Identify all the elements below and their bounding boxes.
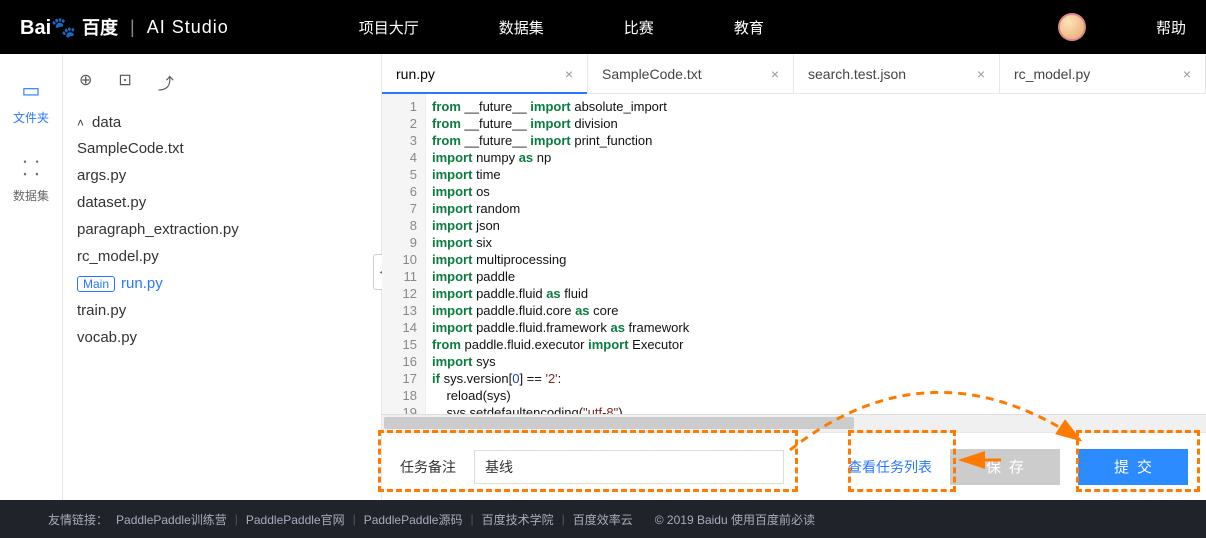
footer-prefix: 友情链接： (48, 511, 108, 528)
tab-rc-model[interactable]: rc_model.py × (1000, 54, 1206, 93)
close-icon[interactable]: × (1183, 66, 1191, 82)
logo-divider: | (130, 17, 135, 38)
sidebar-tools: ⊕ ⊡ ⤴ (63, 62, 381, 102)
bottom-panel: 任务备注 查看任务列表 保存 提交 (382, 432, 1206, 500)
rail-datasets-label: 数据集 (13, 187, 49, 204)
tab-label: run.py (396, 66, 435, 82)
main-badge: Main (77, 276, 115, 292)
tab-label: rc_model.py (1014, 66, 1090, 82)
close-icon[interactable]: × (977, 66, 985, 82)
tree-file[interactable]: rc_model.py (77, 243, 367, 270)
scrollbar-thumb[interactable] (384, 417, 854, 429)
rail-datasets[interactable]: ⸬ 数据集 (13, 154, 49, 204)
left-rail: ▭ 文件夹 ⸬ 数据集 (0, 54, 63, 500)
tab-label: SampleCode.txt (602, 66, 702, 82)
view-task-list-link[interactable]: 查看任务列表 (848, 457, 932, 477)
tree-file[interactable]: dataset.py (77, 189, 367, 216)
folder-icon: ▭ (22, 78, 41, 103)
help-link[interactable]: 帮助 (1156, 17, 1186, 38)
editor-tabs: run.py × SampleCode.txt × search.test.json… (382, 54, 1206, 94)
new-folder-icon[interactable]: ⊡ (118, 70, 131, 94)
task-note-label: 任务备注 (400, 457, 456, 477)
sidebar: ⊕ ⊡ ⤴ ˄ data SampleCode.txt args.py data… (63, 54, 381, 500)
editor-area: ◂ run.py× SampleCode.txt× search.test.js… (381, 54, 1206, 500)
tree-file-label: run.py (121, 275, 163, 292)
tree-file[interactable]: train.py (77, 297, 367, 324)
submit-button[interactable]: 提交 (1078, 449, 1188, 485)
save-button[interactable]: 保存 (950, 449, 1060, 485)
tree-folder-data[interactable]: ˄ data (77, 110, 367, 135)
nav-datasets[interactable]: 数据集 (499, 17, 544, 38)
task-note-input[interactable] (474, 450, 784, 484)
footer-link[interactable]: PaddlePaddle训练营 (116, 511, 227, 528)
logo[interactable]: Bai🐾 百度 | AI Studio (20, 14, 229, 40)
close-icon[interactable]: × (565, 66, 573, 82)
code-content[interactable]: from __future__ import absolute_importfr… (426, 94, 1206, 414)
tree-file-active[interactable]: Main run.py (77, 270, 367, 297)
horizontal-scrollbar[interactable] (382, 414, 1206, 432)
footer-copyright: © 2019 Baidu 使用百度前必读 (655, 511, 815, 528)
file-tree: ˄ data SampleCode.txt args.py dataset.py… (63, 102, 381, 359)
nav-projects[interactable]: 项目大厅 (359, 17, 419, 38)
logo-studio-text: AI Studio (147, 17, 229, 38)
chevron-right-icon: ˄ (77, 116, 84, 130)
nav-competitions[interactable]: 比赛 (624, 17, 654, 38)
tree-file[interactable]: SampleCode.txt (77, 135, 367, 162)
tab-run-py[interactable]: run.py × (382, 54, 588, 93)
folder-label: data (92, 114, 121, 131)
topbar-right: 帮助 (1058, 13, 1186, 41)
nav-education[interactable]: 教育 (734, 17, 764, 38)
new-file-icon[interactable]: ⊕ (79, 70, 92, 94)
dataset-icon: ⸬ (23, 154, 40, 181)
tree-file[interactable]: paragraph_extraction.py (77, 216, 367, 243)
paw-icon: Bai🐾 (20, 15, 76, 40)
tree-file[interactable]: vocab.py (77, 324, 367, 351)
main: ▭ 文件夹 ⸬ 数据集 ⊕ ⊡ ⤴ ˄ data SampleCode.txt … (0, 54, 1206, 500)
footer-link[interactable]: PaddlePaddle官网 (246, 511, 345, 528)
footer-link[interactable]: 百度技术学院 (482, 511, 554, 528)
tab-samplecode[interactable]: SampleCode.txt × (588, 54, 794, 93)
tree-file[interactable]: args.py (77, 162, 367, 189)
tab-search-json[interactable]: search.test.json × (794, 54, 1000, 93)
top-nav: 项目大厅 数据集 比赛 教育 (359, 17, 764, 38)
rail-files[interactable]: ▭ 文件夹 (13, 78, 49, 126)
rail-files-label: 文件夹 (13, 109, 49, 126)
footer: 友情链接： PaddlePaddle训练营| PaddlePaddle官网| P… (0, 500, 1206, 538)
footer-link[interactable]: PaddlePaddle源码 (364, 511, 463, 528)
line-gutter: 1234567891011121314151617181920▾21222324 (382, 94, 426, 414)
code-editor[interactable]: 1234567891011121314151617181920▾21222324… (382, 94, 1206, 414)
tab-label: search.test.json (808, 66, 906, 82)
close-icon[interactable]: × (771, 66, 779, 82)
footer-link[interactable]: 百度效率云 (573, 511, 633, 528)
topbar: Bai🐾 百度 | AI Studio 项目大厅 数据集 比赛 教育 帮助 (0, 0, 1206, 54)
upload-icon[interactable]: ⤴ (158, 70, 174, 94)
avatar[interactable] (1058, 13, 1086, 41)
logo-baidu-text: 百度 (82, 14, 118, 40)
